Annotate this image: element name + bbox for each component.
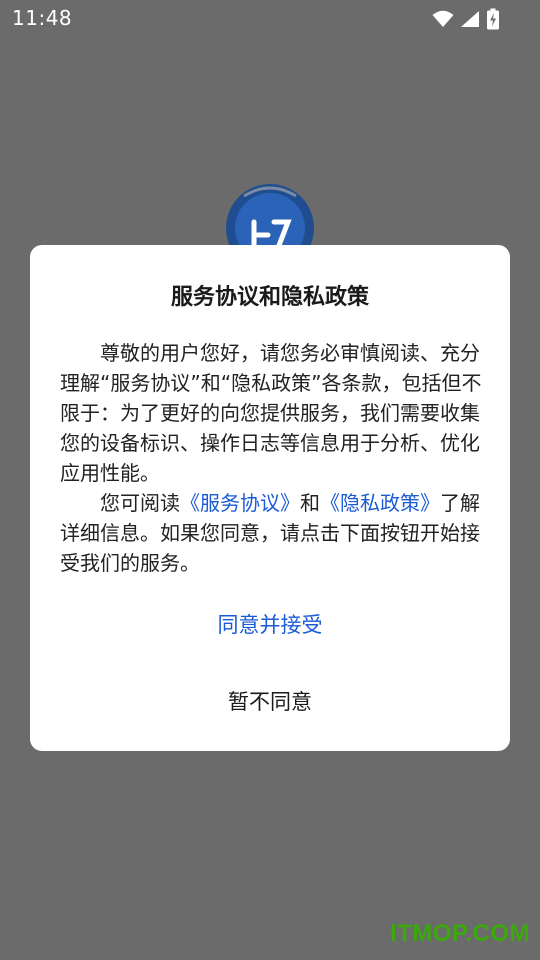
paragraph2-prefix: 您可阅读: [100, 491, 180, 515]
signal-icon: [460, 10, 480, 28]
paragraph2-and: 和: [300, 491, 320, 515]
status-time: 11:48: [12, 6, 73, 30]
dialog-paragraph-1: 尊敬的用户您好，请您务必审慎阅读、充分理解“服务协议”和“隐私政策”各条款，包括…: [60, 341, 482, 485]
status-bar: 11:48: [0, 0, 540, 36]
battery-charging-icon: [486, 8, 500, 30]
privacy-dialog: 服务协议和隐私政策 尊敬的用户您好，请您务必审慎阅读、充分理解“服务协议”和“隐…: [30, 245, 510, 751]
service-agreement-link[interactable]: 《服务协议》: [180, 491, 300, 515]
status-icons: [432, 8, 500, 30]
privacy-policy-link[interactable]: 《隐私政策》: [320, 491, 440, 515]
watermark-text: ITMOP.COM: [389, 920, 530, 947]
disagree-button[interactable]: 暂不同意: [30, 682, 510, 722]
dialog-body: 尊敬的用户您好，请您务必审慎阅读、充分理解“服务协议”和“隐私政策”各条款，包括…: [60, 338, 492, 578]
agree-button[interactable]: 同意并接受: [30, 605, 510, 645]
dialog-title: 服务协议和隐私政策: [170, 285, 369, 310]
wifi-icon: [432, 10, 454, 28]
dialog-paragraph-2: 您可阅读《服务协议》和《隐私政策》了解详细信息。如果您同意，请点击下面按钮开始接…: [60, 488, 492, 578]
